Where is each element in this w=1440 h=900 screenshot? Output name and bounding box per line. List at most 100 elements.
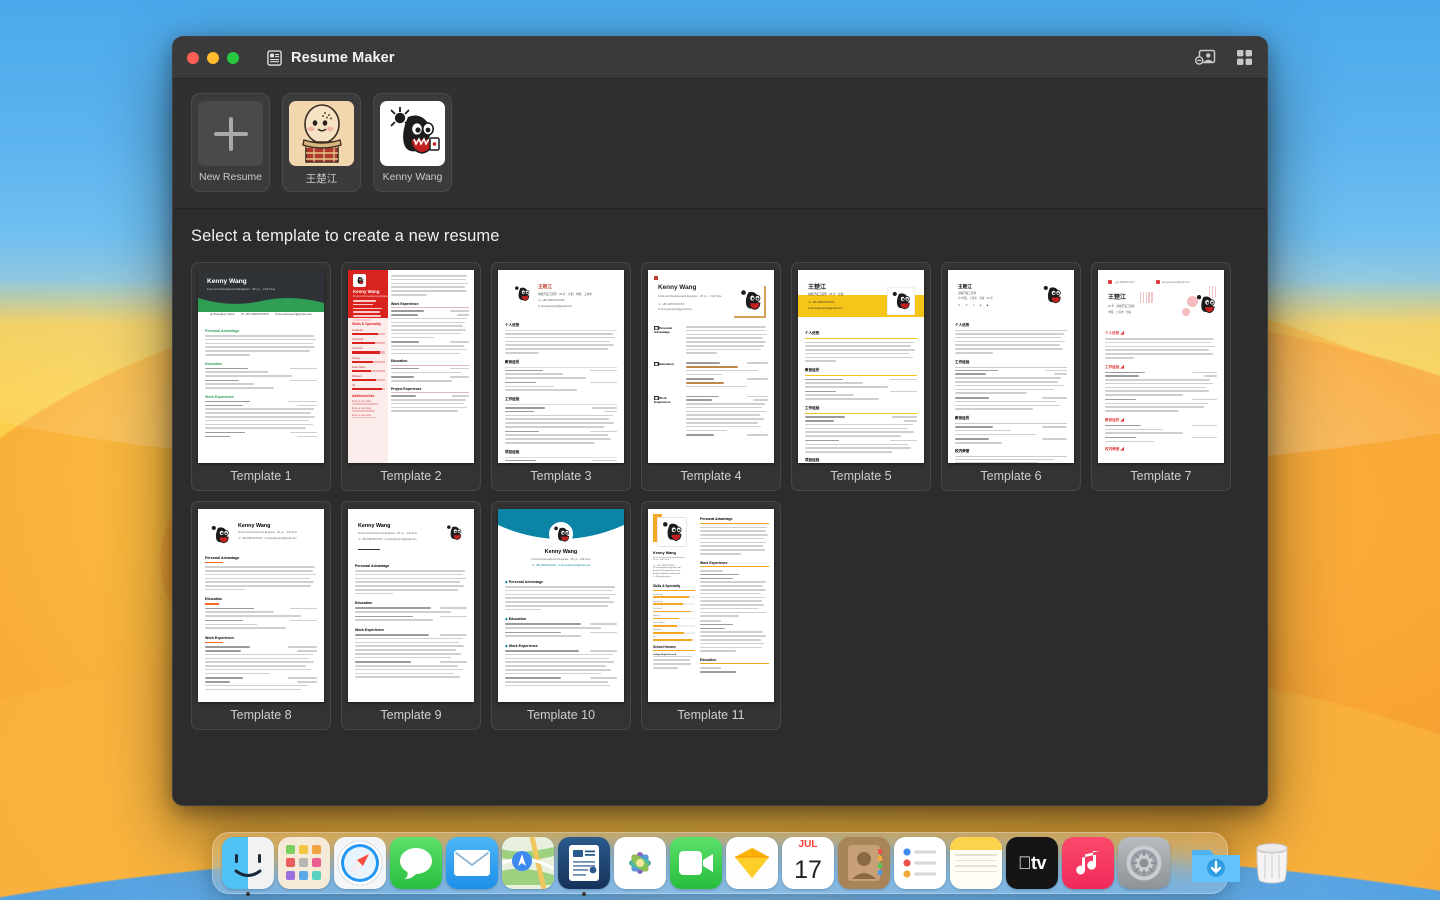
recent-resumes-strip: New Resume 王楚江 Kenny Wang — [173, 79, 1267, 209]
resume-maker-icon — [569, 845, 599, 881]
mail-icon — [454, 850, 490, 876]
dock-item-safari[interactable] — [334, 837, 386, 889]
calendar-month: JUL — [798, 838, 818, 850]
avatar-mini-icon — [357, 276, 364, 285]
template-label-2: Template 2 — [380, 469, 442, 483]
avatar-mini-icon — [741, 290, 761, 310]
calendar-day: 17 — [794, 855, 822, 884]
add-photo-icon[interactable] — [1195, 49, 1216, 66]
avatar-mini-icon — [211, 525, 229, 544]
dock-item-notes[interactable] — [950, 837, 1002, 889]
avatar-mini-icon — [892, 291, 910, 310]
launchpad-icon — [286, 845, 321, 880]
dock-item-trash[interactable] — [1246, 837, 1298, 889]
dock-item-launchpad[interactable] — [278, 837, 330, 889]
recent-resume-card-1[interactable]: 王楚江 — [282, 93, 361, 192]
template-preview-3: 王楚江 前端开发工程师 · 26 岁 · 全职 · 中国，上海市 ☏ +86 1… — [498, 270, 624, 463]
template-card-3[interactable]: 王楚江 前端开发工程师 · 26 岁 · 全职 · 中国，上海市 ☏ +86 1… — [491, 262, 631, 491]
traffic-lights — [187, 51, 239, 64]
dock-item-system-settings[interactable] — [1118, 837, 1170, 889]
dock-item-messages[interactable] — [390, 837, 442, 889]
new-resume-label: New Resume — [198, 171, 263, 183]
template-label-6: Template 6 — [980, 469, 1042, 483]
templates-section-title: Select a template to create a new resume — [191, 227, 500, 245]
template-card-4[interactable]: Kenny Wang Front-end Development Enginee… — [641, 262, 781, 491]
template-label-9: Template 9 — [380, 708, 442, 722]
music-icon — [1076, 851, 1099, 875]
finder-icon — [222, 837, 274, 889]
template-card-9[interactable]: Kenny Wang Front-end Development Enginee… — [341, 501, 481, 730]
gear-icon — [1126, 845, 1162, 881]
window-titlebar: Resume Maker — [173, 37, 1267, 79]
downloads-folder-icon — [1192, 850, 1240, 882]
template-card-7[interactable]: 上海 138XXXXXXX kennylovepvz@gmail.com 王楚江 — [1091, 262, 1231, 491]
dock-item-reminders[interactable] — [894, 837, 946, 889]
dock-item-photos[interactable] — [614, 837, 666, 889]
template-card-1[interactable]: Kenny Wang Front-end Development Enginee… — [191, 262, 331, 491]
new-resume-thumb — [198, 101, 263, 166]
recent-resume-label-1: 王楚江 — [305, 173, 338, 185]
template-card-8[interactable]: Kenny Wang Front-end Development Enginee… — [191, 501, 331, 730]
new-resume-card[interactable]: New Resume — [191, 93, 270, 192]
template-preview-10: Kenny Wang Front-end Development Enginee… — [498, 509, 624, 702]
messages-icon — [400, 848, 432, 879]
dock: JUL 17 tv — [212, 832, 1288, 896]
template-preview-4: Kenny Wang Front-end Development Enginee… — [648, 270, 774, 463]
dock-item-downloads[interactable] — [1190, 837, 1242, 889]
minimize-button[interactable] — [207, 51, 219, 64]
maps-icon — [502, 837, 554, 889]
dock-item-resume-maker[interactable] — [558, 837, 610, 896]
template-preview-9: Kenny Wang Front-end Development Enginee… — [348, 509, 474, 702]
template-card-10[interactable]: Kenny Wang Front-end Development Enginee… — [491, 501, 631, 730]
grid-view-icon[interactable] — [1236, 49, 1253, 66]
dock-item-music[interactable] — [1062, 837, 1114, 889]
template-preview-8: Kenny Wang Front-end Development Enginee… — [198, 509, 324, 702]
close-button[interactable] — [187, 51, 199, 64]
recent-resume-label-2: Kenny Wang — [382, 171, 443, 183]
avatar-kenny-icon — [389, 106, 440, 154]
templates-area: Select a template to create a new resume… — [173, 209, 1267, 805]
running-indicator — [246, 892, 250, 896]
template-preview-1: Kenny Wang Front-end Development Enginee… — [198, 270, 324, 463]
template-label-3: Template 3 — [530, 469, 592, 483]
recent-resume-card-2[interactable]: Kenny Wang — [373, 93, 452, 192]
template-card-2[interactable]: Kenny Wang Front-end Development Enginee… — [341, 262, 481, 491]
template-card-5[interactable]: 王楚江 前端开发工程师 · 26 岁 · 全职 ☏ +86 138XXXXXXX… — [791, 262, 931, 491]
dock-item-maps[interactable] — [502, 837, 554, 889]
template-card-6[interactable]: 王楚江 前端开发工程师 ☏ 中国，上海市 · 全职 · 26 岁 ✉ ☏ ✦ ◈… — [941, 262, 1081, 491]
avatar-mini-icon — [1043, 285, 1061, 304]
template-label-5: Template 5 — [830, 469, 892, 483]
avatar-mini-icon — [515, 286, 530, 301]
window-title: Resume Maker — [291, 49, 395, 66]
dock-item-finder[interactable] — [222, 837, 274, 896]
dock-item-facetime[interactable] — [670, 837, 722, 889]
trash-icon — [1256, 843, 1288, 884]
template-label-11: Template 11 — [677, 708, 745, 722]
template-card-11[interactable]: Kenny Wang Front-end Development Enginee… — [641, 501, 781, 730]
desktop: Resume Maker New Resume 王楚江 Kenny Wang S… — [0, 0, 1440, 900]
recent-resume-thumb-2 — [380, 101, 445, 166]
facetime-icon — [679, 851, 713, 875]
sketch-icon — [735, 848, 769, 878]
dock-item-sketch[interactable] — [726, 837, 778, 889]
recent-resume-thumb-1 — [289, 101, 354, 166]
titlebar-actions — [1195, 49, 1253, 66]
avatar-mini-icon — [1196, 295, 1215, 314]
template-grid: Kenny Wang Front-end Development Enginee… — [191, 262, 1249, 730]
template-preview-6: 王楚江 前端开发工程师 ☏ 中国，上海市 · 全职 · 26 岁 ✉ ☏ ✦ ◈… — [948, 270, 1074, 463]
dock-item-contacts[interactable] — [838, 837, 890, 889]
template-preview-2: Kenny Wang Front-end Development Enginee… — [348, 270, 474, 463]
recent-resumes-row: New Resume 王楚江 Kenny Wang — [173, 93, 1267, 192]
avatar-mini-icon — [553, 526, 569, 542]
avatar-mini-icon — [447, 525, 462, 540]
zoom-button[interactable] — [227, 51, 239, 64]
dock-item-calendar[interactable]: JUL 17 — [782, 837, 834, 889]
resume-maker-window: Resume Maker New Resume 王楚江 Kenny Wang S… — [172, 36, 1268, 806]
avatar-tan-icon — [301, 103, 342, 163]
template-preview-11: Kenny Wang Front-end Development Enginee… — [648, 509, 774, 702]
dock-item-mail[interactable] — [446, 837, 498, 889]
template-label-8: Template 8 — [230, 708, 292, 722]
dock-item-apple-tv[interactable]: tv — [1006, 837, 1058, 889]
avatar-mini-icon — [663, 522, 682, 541]
running-indicator — [582, 892, 586, 896]
